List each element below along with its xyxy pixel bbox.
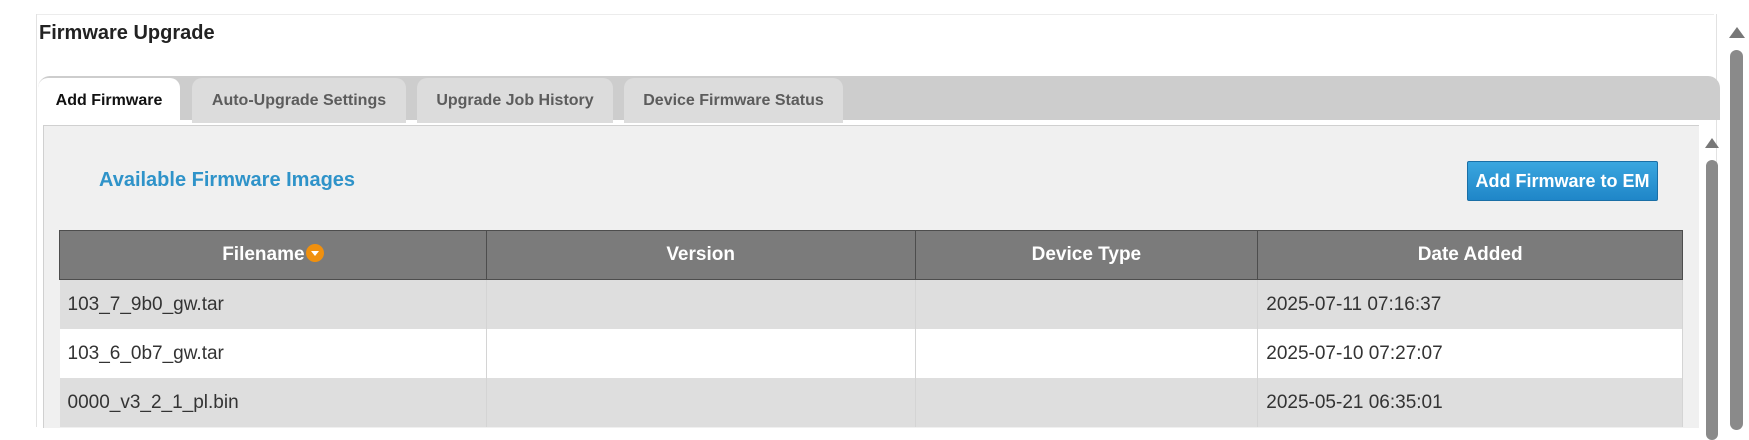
tab-add-firmware[interactable]: Add Firmware [38, 78, 180, 124]
cell-filename: 103_6_0b7_gw.tar [59, 329, 487, 378]
cell-device-type [915, 329, 1259, 378]
column-header-date-added[interactable]: Date Added [1257, 230, 1683, 280]
cell-filename: 0000_v3_2_1_pl.bin [59, 378, 487, 427]
section-title: Available Firmware Images [99, 169, 356, 191]
cell-device-type [915, 378, 1259, 427]
firmware-table: Filename Version Device Type Date Added … [59, 230, 1683, 427]
cell-version [486, 378, 916, 427]
cell-version [486, 279, 916, 329]
left-divider [36, 14, 37, 427]
table-header-row: Filename Version Device Type Date Added [59, 230, 1683, 280]
table-row[interactable]: 103_6_0b7_gw.tar 2025-07-10 07:27:07 [59, 329, 1683, 378]
sort-desc-icon[interactable] [305, 243, 324, 262]
table-row[interactable]: 0000_v3_2_1_pl.bin 2025-05-21 06:35:01 [59, 378, 1683, 427]
scrollbar-thumb[interactable] [1730, 50, 1743, 430]
cell-version [486, 329, 916, 378]
page-scrollbar[interactable] [1726, 14, 1748, 430]
tab-device-firmware-status[interactable]: Device Firmware Status [624, 78, 843, 123]
scrollbar-thumb[interactable] [1706, 160, 1718, 440]
cell-device-type [915, 279, 1259, 329]
tab-auto-upgrade-settings[interactable]: Auto-Upgrade Settings [192, 78, 406, 123]
column-header-filename[interactable]: Filename [59, 230, 487, 280]
panel-scrollbar[interactable] [1702, 127, 1722, 440]
column-header-device-type[interactable]: Device Type [914, 230, 1259, 280]
tab-upgrade-job-history[interactable]: Upgrade Job History [417, 78, 613, 123]
cell-date-added: 2025-07-10 07:27:07 [1257, 329, 1683, 378]
cell-date-added: 2025-07-11 07:16:37 [1257, 279, 1683, 329]
top-divider [36, 14, 1714, 15]
column-header-label: Filename [222, 244, 305, 265]
add-firmware-button[interactable]: Add Firmware to EM [1467, 161, 1658, 201]
table-row[interactable]: 103_7_9b0_gw.tar 2025-07-11 07:16:37 [59, 279, 1683, 329]
column-header-version[interactable]: Version [485, 230, 916, 280]
cell-date-added: 2025-05-21 06:35:01 [1257, 378, 1683, 427]
cell-filename: 103_7_9b0_gw.tar [59, 279, 487, 329]
page-title: Firmware Upgrade [39, 22, 215, 44]
scroll-up-arrow-icon[interactable] [1705, 138, 1719, 148]
scroll-up-arrow-icon[interactable] [1729, 27, 1745, 38]
